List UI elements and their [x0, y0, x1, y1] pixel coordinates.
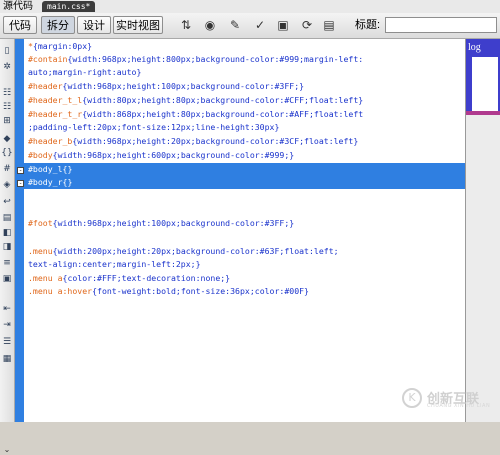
preview-browser-icon[interactable]: ◉	[200, 17, 220, 34]
visual-aids-icon[interactable]: ▣	[273, 17, 293, 34]
design-view-button[interactable]: 设计	[77, 16, 111, 34]
document-toolbar: 代码 拆分 设计 实时视图 ⇅ ◉ ✎ ✓ ▣ ⟳ ▤ 标题:	[0, 13, 500, 39]
recent-snippets-icon[interactable]: ▣	[1, 273, 13, 285]
chevron-down-icon[interactable]: ⌄	[2, 445, 12, 455]
code-line: #body{width:968px;height:600px;backgroun…	[28, 150, 295, 160]
expand-all-icon[interactable]: ⊞	[1, 115, 13, 127]
watermark-subtext: CHUANG XIN HU LIAN	[427, 403, 491, 409]
word-wrap-icon[interactable]: ↩	[1, 196, 13, 208]
preview-menu-strip	[466, 111, 500, 115]
validate-icon[interactable]: ✓	[250, 17, 270, 34]
balance-braces-icon[interactable]: {}	[1, 147, 13, 159]
select-parent-tag-icon[interactable]: ◆	[1, 133, 13, 145]
fold-collapse-icon[interactable]: -	[17, 167, 24, 174]
wrap-tag-icon[interactable]: ≡	[1, 257, 13, 269]
highlight-invalid-code-icon[interactable]: ◈	[1, 179, 13, 191]
live-view-button[interactable]: 实时视图	[113, 16, 163, 34]
coding-toolbar: ▯ ✲ ☷ ☷ ⊞ ◆ {} # ◈ ↩ ▤ ◧ ◨ ≡ ▣ ⇤ ⇥ ☰ ▦ ⌄	[0, 39, 15, 454]
code-line-selected: #body_r{}	[24, 176, 465, 189]
title-label: 标题:	[355, 19, 381, 31]
code-line: .menu{width:200px;height:20px;background…	[28, 246, 339, 256]
code-line: #header_b{width:968px;height:20px;backgr…	[28, 136, 359, 146]
code-line: #header_t_r{width:868px;height:80px;back…	[28, 109, 364, 119]
format-source-icon[interactable]: ▦	[1, 353, 13, 365]
file-management-icon[interactable]: ⇅	[176, 17, 196, 34]
code-line: ;padding-left:20px;font-size:12px;line-h…	[28, 122, 280, 132]
preview-content-block	[472, 57, 498, 113]
split-view-button[interactable]: 拆分	[41, 16, 75, 34]
collapse-selection-icon[interactable]: ☷	[1, 101, 13, 113]
code-view-button[interactable]: 代码	[3, 16, 37, 34]
title-input[interactable]	[385, 17, 497, 33]
fold-collapse-icon[interactable]: -	[17, 180, 24, 187]
code-line: #contain{width:968px;height:800px;backgr…	[28, 54, 364, 64]
design-preview-panel[interactable]: log	[465, 39, 500, 422]
code-line: text-align:center;margin-left:2px;}	[28, 259, 201, 269]
code-line: #header{width:968px;height:100px;backgro…	[28, 81, 305, 91]
line-gutter[interactable]	[15, 39, 24, 422]
preview-logo-text: log	[468, 42, 481, 53]
line-numbers-icon[interactable]: #	[1, 163, 13, 175]
outdent-code-icon[interactable]: ☰	[1, 336, 13, 348]
move-css-icon[interactable]: ⇤	[1, 303, 13, 315]
open-documents-icon[interactable]: ▯	[1, 45, 13, 57]
source-code-label[interactable]: 源代码	[3, 0, 33, 13]
refresh-icon[interactable]: ⟳	[297, 17, 317, 34]
code-line-selected: #body_l{}	[24, 163, 465, 176]
code-line: .menu a{color:#FFF;text-decoration:none;…	[28, 273, 231, 283]
code-line: *{margin:0px}	[28, 41, 93, 51]
indent-code-icon[interactable]: ⇥	[1, 319, 13, 331]
code-editor[interactable]: *{margin:0px} #contain{width:968px;heigh…	[24, 39, 465, 422]
show-code-navigator-icon[interactable]: ✲	[1, 61, 13, 73]
view-options-icon[interactable]: ▤	[319, 17, 339, 34]
file-tab[interactable]: main.css*	[42, 1, 96, 12]
code-line: #foot{width:968px;height:100px;backgroun…	[28, 218, 295, 228]
watermark-logo-icon: K	[402, 388, 422, 408]
code-line: auto;margin-right:auto}	[28, 67, 142, 77]
code-line: #header_t_l{width:80px;height:80px;backg…	[28, 95, 364, 105]
remove-comment-icon[interactable]: ◨	[1, 241, 13, 253]
syntax-error-alerts-icon[interactable]: ▤	[1, 212, 13, 224]
check-page-icon[interactable]: ✎	[225, 17, 245, 34]
code-line: .menu a:hover{font-weight:bold;font-size…	[28, 286, 309, 296]
document-title-bar: 源代码 main.css*	[0, 0, 500, 14]
collapse-full-tag-icon[interactable]: ☷	[1, 87, 13, 99]
apply-comment-icon[interactable]: ◧	[1, 227, 13, 239]
